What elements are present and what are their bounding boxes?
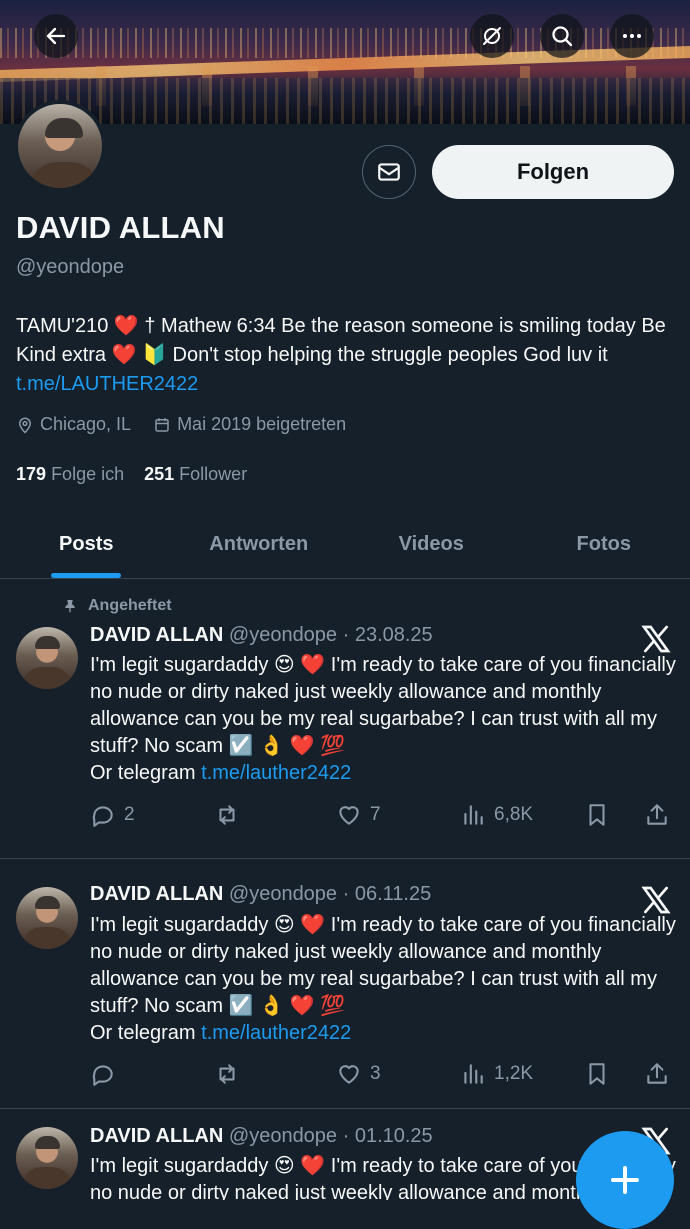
tweet-actions: 2 7 6,8K — [90, 797, 680, 833]
tweet-body-line2: Or telegram — [90, 1022, 201, 1044]
like-count: 7 — [370, 804, 381, 826]
share-button[interactable] — [644, 1056, 670, 1092]
tweet-header: DAVID ALLAN @yeondope · 23.08.25 — [90, 624, 433, 647]
bookmark-button[interactable] — [584, 1056, 610, 1092]
tweet-avatar[interactable] — [16, 887, 78, 949]
bookmark-icon — [584, 1061, 610, 1087]
more-button[interactable] — [610, 14, 654, 58]
tab-videos[interactable]: Videos — [345, 510, 518, 578]
heart-icon — [336, 802, 362, 828]
bio-text: TAMU'210 ❤️ † Mathew 6:34 Be the reason … — [16, 315, 666, 366]
tweet-header: DAVID ALLAN @yeondope · 06.11.25 — [90, 883, 431, 906]
tweet-text: I'm legit sugardaddy 😍 ❤️ I'm ready to t… — [90, 912, 680, 1047]
views-button[interactable]: 1,2K — [460, 1056, 533, 1092]
retweet-icon — [214, 1061, 240, 1087]
followers-label: Follower — [179, 464, 247, 484]
tab-photos[interactable]: Fotos — [518, 510, 690, 578]
views-button[interactable]: 6,8K — [460, 797, 533, 833]
following-link[interactable]: 179 Folge ich — [16, 464, 124, 485]
banner-water — [0, 78, 690, 124]
avatar-shirt — [28, 162, 100, 192]
search-button[interactable] — [540, 14, 584, 58]
reply-icon — [90, 802, 116, 828]
reply-button[interactable] — [90, 1056, 116, 1092]
follow-counts: 179 Folge ich 251 Follower — [16, 464, 247, 485]
search-icon — [550, 24, 574, 48]
bio-link[interactable]: t.me/LAUTHER2422 — [16, 373, 198, 395]
compose-button[interactable] — [576, 1131, 674, 1229]
arrow-left-icon — [44, 24, 68, 48]
grok-icon — [480, 24, 504, 48]
tweet-body: I'm legit sugardaddy 😍 ❤️ I'm ready to t… — [90, 914, 676, 1017]
joined-text: Mai 2019 beigetreten — [177, 414, 346, 435]
tweet[interactable]: DAVID ALLAN @yeondope · 06.11.25 I'm leg… — [0, 859, 690, 1109]
tweet-author-name[interactable]: DAVID ALLAN — [90, 883, 223, 905]
view-count: 6,8K — [494, 804, 533, 826]
plus-icon — [607, 1162, 643, 1198]
share-icon — [644, 1061, 670, 1087]
heart-icon — [336, 1061, 362, 1087]
followers-link[interactable]: 251 Follower — [144, 464, 247, 485]
tweet-header: DAVID ALLAN @yeondope · 01.10.25 — [90, 1125, 433, 1148]
following-label: Folge ich — [51, 464, 124, 484]
followers-count: 251 — [144, 464, 174, 484]
message-button[interactable] — [362, 145, 416, 199]
tweet-meta: @yeondope · 23.08.25 — [229, 624, 433, 646]
profile-handle: @yeondope — [16, 256, 124, 279]
joined-item: Mai 2019 beigetreten — [153, 414, 346, 435]
mail-icon — [376, 159, 402, 185]
views-icon — [460, 802, 486, 828]
pinned-label: Angeheftet — [88, 597, 172, 615]
retweet-button[interactable] — [214, 1056, 240, 1092]
bookmark-icon — [584, 802, 610, 828]
reply-icon — [90, 1061, 116, 1087]
pin-icon — [62, 598, 78, 614]
tweet-body-line2: Or telegram — [90, 762, 201, 784]
calendar-icon — [153, 416, 171, 434]
reply-count: 2 — [124, 804, 135, 826]
share-icon — [644, 802, 670, 828]
tweet-author-name[interactable]: DAVID ALLAN — [90, 624, 223, 646]
back-button[interactable] — [34, 14, 78, 58]
bookmark-button[interactable] — [584, 797, 610, 833]
tweet-text: I'm legit sugardaddy 😍 ❤️ I'm ready to t… — [90, 652, 680, 787]
profile-tabs: Posts Antworten Videos Fotos — [0, 510, 690, 579]
location-icon — [16, 416, 34, 434]
like-button[interactable]: 7 — [336, 797, 381, 833]
view-count: 1,2K — [494, 1063, 533, 1085]
tweet-author-name[interactable]: DAVID ALLAN — [90, 1125, 223, 1147]
like-button[interactable]: 3 — [336, 1056, 381, 1092]
retweet-icon — [214, 802, 240, 828]
location-text: Chicago, IL — [40, 414, 131, 435]
tweet-avatar[interactable] — [16, 627, 78, 689]
more-icon — [620, 24, 644, 48]
x-logo-icon — [640, 623, 672, 655]
tweet-meta: @yeondope · 06.11.25 — [229, 883, 431, 905]
pinned-indicator: Angeheftet — [62, 597, 172, 615]
tweet-actions: 3 1,2K — [90, 1056, 680, 1092]
following-count: 179 — [16, 464, 46, 484]
profile-name: DAVID ALLAN — [16, 210, 225, 246]
reply-button[interactable]: 2 — [90, 797, 135, 833]
follow-button[interactable]: Folgen — [432, 145, 674, 199]
profile-banner[interactable] — [0, 0, 690, 124]
retweet-button[interactable] — [214, 797, 240, 833]
views-icon — [460, 1061, 486, 1087]
location-item: Chicago, IL — [16, 414, 131, 435]
tweet-link[interactable]: t.me/lauther2422 — [201, 1022, 351, 1044]
tab-posts[interactable]: Posts — [0, 510, 173, 578]
profile-bio: TAMU'210 ❤️ † Mathew 6:34 Be the reason … — [16, 312, 676, 399]
tweet-body: I'm legit sugardaddy 😍 ❤️ I'm ready to t… — [90, 654, 676, 757]
grok-button[interactable] — [470, 14, 514, 58]
like-count: 3 — [370, 1063, 381, 1085]
tweet-meta: @yeondope · 01.10.25 — [229, 1125, 433, 1147]
profile-avatar[interactable] — [14, 100, 106, 192]
share-button[interactable] — [644, 797, 670, 833]
profile-meta: Chicago, IL Mai 2019 beigetreten — [16, 414, 346, 435]
avatar-cap — [45, 118, 83, 138]
tweet-avatar[interactable] — [16, 1127, 78, 1189]
tab-replies[interactable]: Antworten — [173, 510, 346, 578]
tweet[interactable]: Angeheftet DAVID ALLAN @yeondope · 23.08… — [0, 579, 690, 859]
tweet-link[interactable]: t.me/lauther2422 — [201, 762, 351, 784]
